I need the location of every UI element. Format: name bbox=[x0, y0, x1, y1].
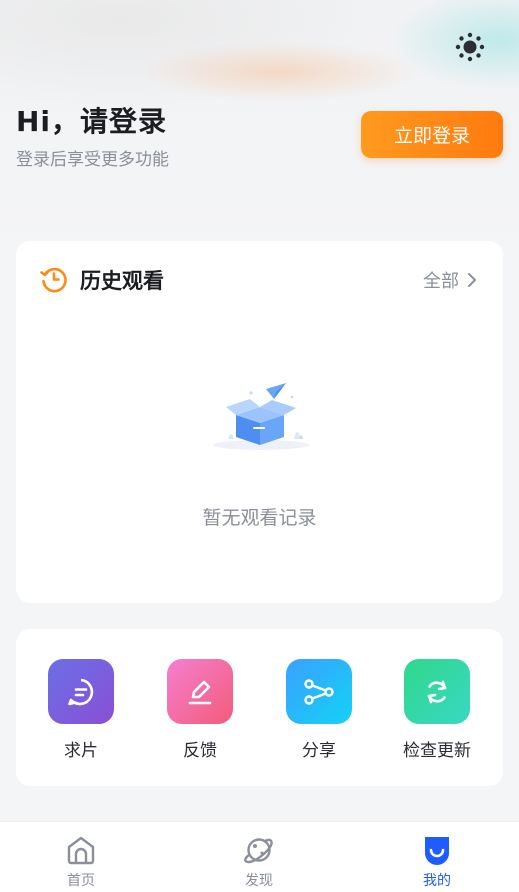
tool-feedback[interactable]: 反馈 bbox=[150, 659, 250, 761]
nav-item-home[interactable]: 首页 bbox=[41, 834, 121, 890]
tool-share[interactable]: 分享 bbox=[269, 659, 369, 761]
tool-request[interactable]: 求片 bbox=[31, 659, 131, 761]
tools-card: 求片 反馈 分享 检查更新 bbox=[16, 629, 503, 786]
tool-feedback-icon-bg bbox=[167, 659, 233, 724]
nav-label-mine: 我的 bbox=[423, 873, 451, 889]
profile-icon bbox=[425, 837, 449, 865]
sun-icon bbox=[455, 32, 485, 62]
history-all-label: 全部 bbox=[423, 271, 459, 292]
tool-update-label: 检查更新 bbox=[403, 741, 471, 761]
tool-request-icon-bg bbox=[48, 659, 114, 724]
tool-request-label: 求片 bbox=[64, 741, 98, 761]
tool-feedback-label: 反馈 bbox=[183, 741, 217, 761]
refresh-icon bbox=[427, 680, 447, 703]
login-button[interactable]: 立即登录 bbox=[361, 111, 503, 158]
history-title: 历史观看 bbox=[80, 269, 164, 293]
nav-item-discover[interactable]: 发现 bbox=[219, 834, 299, 890]
tool-check-update[interactable]: 检查更新 bbox=[387, 659, 487, 761]
theme-toggle-button[interactable] bbox=[452, 29, 488, 65]
history-empty-text: 暂无观看记录 bbox=[202, 507, 317, 529]
greeting-subtitle: 登录后享受更多功能 bbox=[16, 150, 169, 170]
tool-share-icon-bg bbox=[286, 659, 352, 724]
history-clock-icon bbox=[40, 267, 67, 293]
bottom-navigation: 首页 发现 我的 bbox=[0, 821, 519, 892]
history-all-link[interactable]: 全部 bbox=[423, 267, 477, 293]
share-icon bbox=[304, 678, 334, 705]
greeting-title: Hi，请登录 bbox=[16, 105, 168, 138]
history-card: 历史观看 全部 暂无观看记录 bbox=[16, 241, 503, 603]
nav-label-discover: 发现 bbox=[245, 873, 273, 889]
feedback-pen-icon bbox=[188, 680, 212, 704]
request-chat-icon bbox=[68, 678, 94, 705]
home-icon bbox=[67, 836, 95, 865]
empty-box-icon bbox=[213, 383, 309, 450]
planet-icon bbox=[244, 838, 273, 864]
tool-share-label: 分享 bbox=[302, 741, 336, 761]
tool-update-icon-bg bbox=[404, 659, 470, 724]
nav-item-mine[interactable]: 我的 bbox=[397, 834, 477, 890]
nav-label-home: 首页 bbox=[67, 873, 95, 889]
chevron-right-icon bbox=[468, 273, 476, 287]
